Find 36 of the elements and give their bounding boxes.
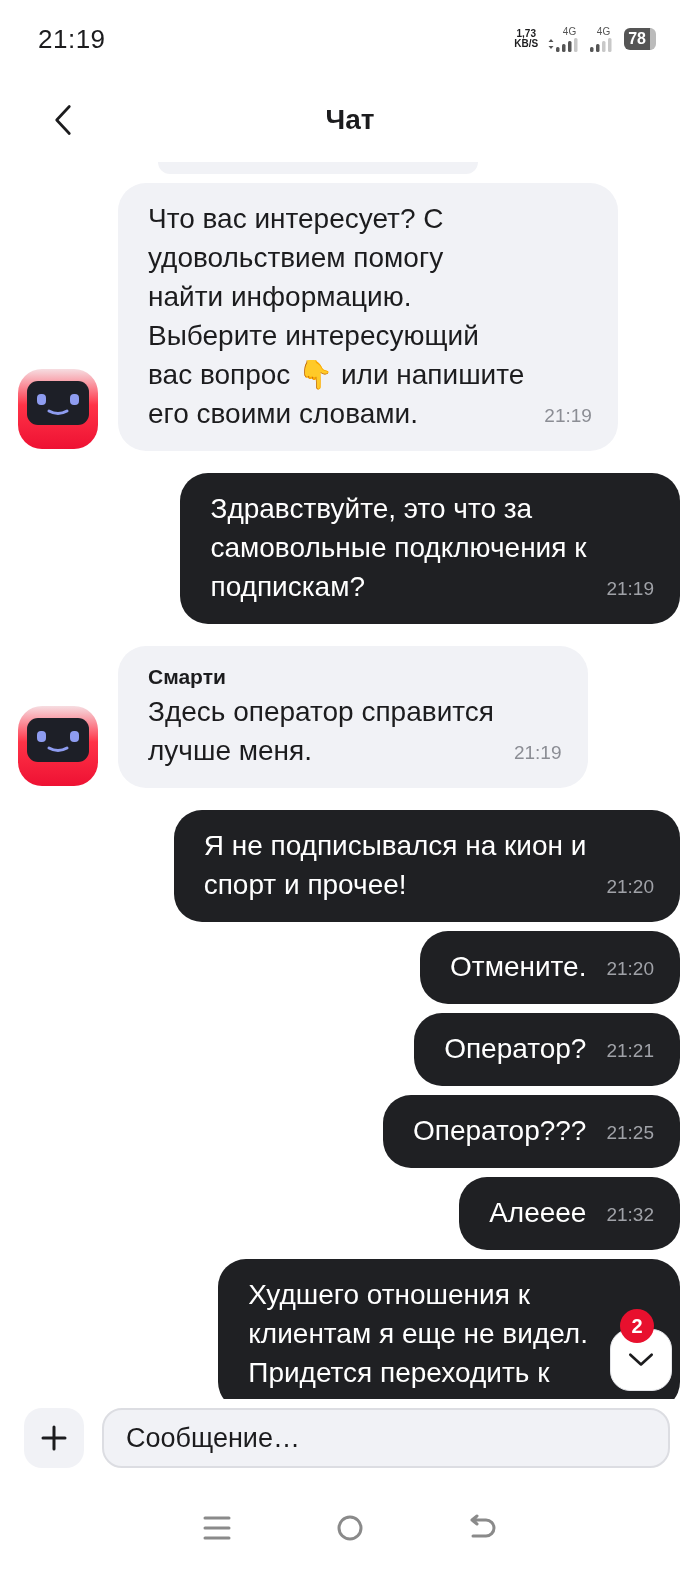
sender-name: Смарти [148,664,227,690]
clock: 21:19 [38,23,106,55]
message-text: Что вас интересует? С удовольствием помогу найти информацию. Выберите интересующий вас вопрос 👇 или напишите его своими словами. [148,202,525,431]
message-text: Оператор? [444,1032,587,1066]
network-type: 4G [562,26,577,37]
bot-avatar-icon [16,367,100,451]
battery-level: 78 [628,30,646,47]
speed-unit: KB/S [514,39,539,49]
back-icon [54,104,72,136]
speed-value: 1,73 [516,29,536,39]
plus-icon [41,1425,67,1451]
message-time: 21:20 [606,875,654,899]
message-time: 21:25 [606,1121,654,1145]
window-title: Чат [325,104,375,136]
chevron-down-icon [627,1352,655,1368]
message-time: 21:19 [606,577,654,601]
message-text: Здесь оператор справится лучше меня. [148,695,494,768]
bot-avatar-icon [16,704,100,788]
attach-button[interactable] [24,1408,84,1468]
message-text: Здравствуйте, это что за самовольные подключения к подпискам? [210,492,587,604]
message-time: 21:32 [606,1203,654,1227]
message-text: Худшего отношения к клиентам я еще не видел. Придется переходить к [248,1278,588,1390]
signal-icon [590,36,615,52]
signal-icon [548,36,581,52]
message-text: Алееее [489,1196,587,1230]
message-field[interactable]: Сообщение… [102,1408,670,1468]
message-time: 21:19 [513,741,562,765]
message-time: 21:20 [606,957,654,981]
message-text: Я не подписывался на кион и спорт и прочее! [203,829,587,902]
home-icon[interactable] [336,1514,364,1542]
message-time: 21:19 [544,404,592,428]
network-type: 4G [596,26,611,37]
message-text: Отмените. [450,950,587,984]
message-text: Оператор??? [413,1114,587,1148]
message-time: 21:21 [606,1039,654,1063]
menu-icon[interactable] [202,1514,231,1542]
